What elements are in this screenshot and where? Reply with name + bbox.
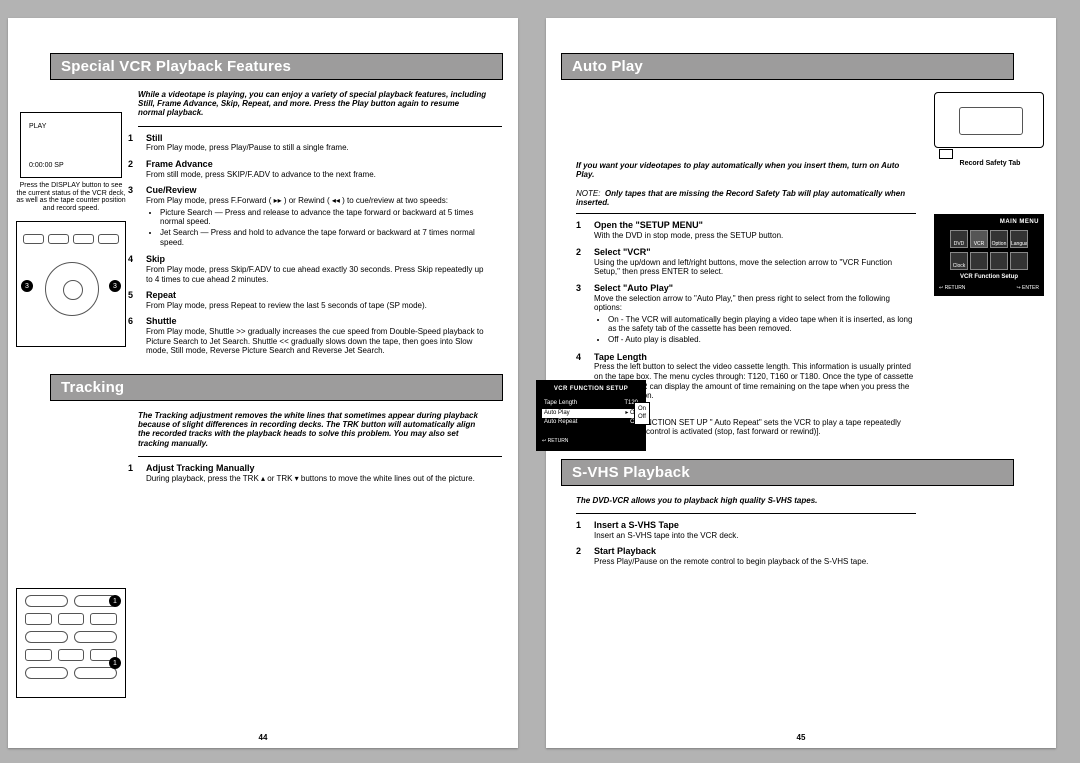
- cassette-illustration: [934, 92, 1044, 148]
- figure-vcr-display: PLAY 0:00:00 SP Press the DISPLAY button…: [16, 112, 126, 349]
- tv-osd-screen: PLAY 0:00:00 SP: [20, 112, 122, 178]
- remote-illustration-2: 1 1: [16, 588, 126, 698]
- figure-vcr-function-setup: VCR FUNCTION SETUP Tape Length T120 Auto…: [536, 380, 648, 451]
- osd-main-menu-sub: VCR Function Setup: [939, 274, 1039, 281]
- osd-main-menu-title: MAIN MENU: [939, 219, 1039, 226]
- osd2-row-auto-repeat: Auto Repeat Off: [542, 418, 640, 428]
- section-header-tracking: Tracking: [50, 374, 503, 401]
- osd-foot-return: ↩ RETURN: [939, 285, 965, 291]
- osd-foot-enter: ↪ ENTER: [1016, 285, 1039, 291]
- menu-tile-language: Language: [1010, 230, 1028, 248]
- osd-main-menu: MAIN MENU DVD VCR Option Language Clock …: [934, 214, 1044, 296]
- section-header-svhs: S-VHS Playback: [561, 459, 1014, 486]
- figure-caption-display: Press the DISPLAY button to see the curr…: [16, 182, 126, 213]
- remote2-callout-top: 1: [109, 595, 121, 607]
- page-number-left: 44: [259, 733, 268, 742]
- osd2-foot-return: ↩ RETURN: [542, 438, 640, 445]
- bullet-autoplay-off: Off - Auto play is disabled.: [608, 335, 916, 345]
- figure-cassette: Record Safety Tab: [934, 92, 1046, 167]
- section-header-special-playback: Special VCR Playback Features: [50, 53, 503, 80]
- step-start-playback: 2 Start PlaybackPress Play/Pause on the …: [546, 540, 1056, 566]
- osd2-row-auto-play: Auto Play ▸ On: [542, 409, 640, 419]
- step-insert-svhs: 1 Insert a S-VHS TapeInsert an S-VHS tap…: [546, 514, 1056, 540]
- menu-tile-option: Option: [990, 230, 1008, 248]
- bullet-jet-search: Jet Search — Press and hold to advance t…: [160, 228, 492, 247]
- section-intro-tracking: The Tracking adjustment removes the whit…: [8, 401, 518, 454]
- bullet-picture-search: Picture Search — Press and release to ad…: [160, 208, 492, 227]
- menu-tile-dvd: DVD: [950, 230, 968, 248]
- osd2-row-tape-length: Tape Length T120: [542, 399, 640, 409]
- section-header-auto-play: Auto Play: [561, 53, 1014, 80]
- remote-callout-3-left: 3: [21, 280, 33, 292]
- figure-tracking-remote: 1 1: [16, 588, 126, 698]
- step-adjust-tracking: 1 Adjust Tracking ManuallyDuring playbac…: [8, 457, 518, 483]
- remote2-callout-bottom: 1: [109, 657, 121, 669]
- osd2-side-options: On Off: [634, 402, 650, 425]
- menu-tile-vcr: VCR: [970, 230, 988, 248]
- remote-illustration-1: 3 3: [16, 221, 126, 347]
- osd-counter: 0:00:00 SP: [29, 162, 64, 169]
- menu-tile-clock: Clock: [950, 252, 968, 270]
- figure-main-menu-osd: MAIN MENU DVD VCR Option Language Clock …: [934, 214, 1046, 296]
- note-autoplay: NOTE: Only tapes that are missing the Re…: [546, 185, 1056, 211]
- section-intro-svhs: The DVD-VCR allows you to playback high …: [546, 486, 1056, 511]
- remote-callout-3-right: 3: [109, 280, 121, 292]
- manual-page-44: Special VCR Playback Features PLAY 0:00:…: [8, 18, 518, 748]
- bullet-autoplay-on: On - The VCR will automatically begin pl…: [608, 315, 916, 334]
- osd-play-label: PLAY: [29, 123, 46, 130]
- osd-vcr-function-setup: VCR FUNCTION SETUP Tape Length T120 Auto…: [536, 380, 646, 451]
- record-safety-tab-icon: [939, 149, 953, 159]
- osd2-title: VCR FUNCTION SETUP: [542, 386, 640, 394]
- manual-page-45: Auto Play Record Safety Tab MAIN MENU DV…: [546, 18, 1056, 748]
- page-number-right: 45: [797, 733, 806, 742]
